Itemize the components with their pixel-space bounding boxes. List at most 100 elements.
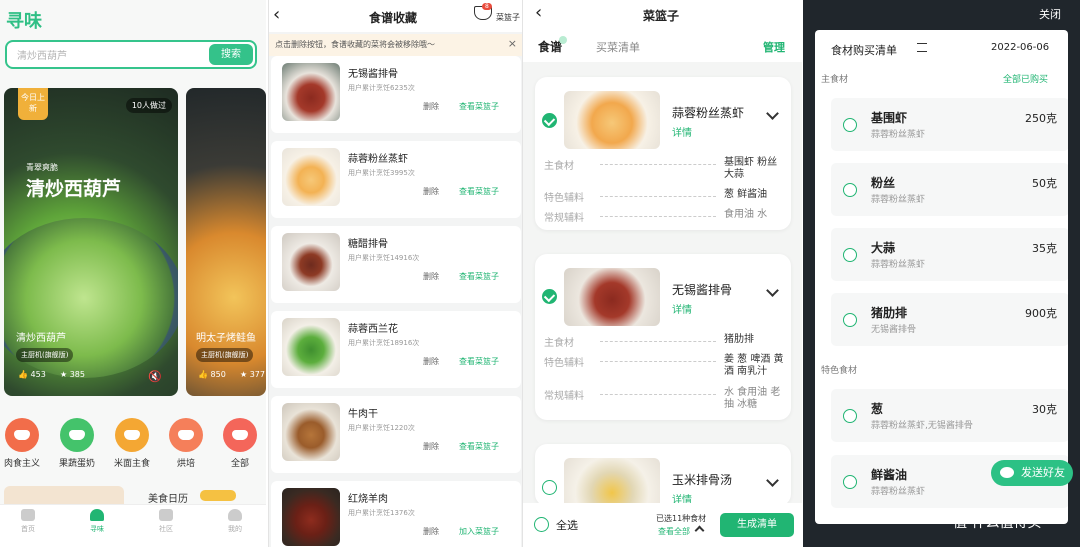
item-checkbox[interactable] (843, 409, 857, 423)
recipe-card-2[interactable]: 明太子烤鲑鱼 主厨机(旗舰版) 👍 850 ★ 377 (186, 88, 266, 396)
search-bar[interactable]: 清炒西葫芦 搜索 (5, 40, 257, 69)
back-icon[interactable]: ‹ (535, 2, 542, 23)
mute-icon[interactable]: 🔇 (148, 370, 162, 383)
delete-button[interactable]: 删除 (423, 101, 439, 112)
recipe-thumbnail (564, 268, 660, 326)
back-icon[interactable]: ‹ (273, 4, 280, 25)
list-item[interactable]: 蒜蓉西兰花 用户累计烹饪18916次 删除 查看菜篮子 (271, 311, 521, 388)
list-item[interactable]: 基围虾 蒜蓉粉丝蒸虾 250克 (831, 98, 1068, 151)
delete-button[interactable]: 删除 (423, 186, 439, 197)
delete-button[interactable]: 删除 (423, 441, 439, 452)
delete-button[interactable]: 删除 (423, 271, 439, 282)
app-logo: 寻味 (6, 11, 42, 32)
delete-button[interactable]: 删除 (423, 526, 439, 537)
tab-home[interactable]: 首页 (8, 509, 48, 534)
category-all[interactable]: 全部 (218, 418, 262, 469)
likes-stat[interactable]: 👍 453 (18, 370, 46, 379)
list-item[interactable]: 牛肉干 用户累计烹饪1220次 删除 查看菜篮子 (271, 396, 521, 473)
likes-count: 453 (30, 370, 46, 379)
recipe-name: 蒜蓉粉丝蒸虾 (348, 154, 408, 165)
selection-footer: 全选 已选11种食材 查看全部 生成清单 (523, 503, 802, 547)
list-item[interactable]: 糖醋排骨 用户累计烹饪14916次 删除 查看菜篮子 (271, 226, 521, 303)
watermark: 值 什么值得买 (953, 515, 1042, 531)
details-link[interactable]: 详情 (672, 301, 692, 316)
tab-explore[interactable]: 寻味 (77, 509, 117, 534)
checkbox-checked[interactable] (542, 289, 557, 304)
card-subtitle: 青翠爽脆 (26, 163, 58, 172)
device-badge: 主厨机(旗舰版) (196, 348, 254, 362)
list-date: 2022-06-06 (991, 42, 1050, 53)
home-icon (21, 509, 35, 521)
tab-shopping-list[interactable]: 买菜清单 (596, 39, 640, 55)
search-button[interactable]: 搜索 (209, 44, 253, 65)
list-item[interactable]: 葱蒜蓉粉丝蒸虾,无锡酱排骨 30克 (831, 389, 1068, 442)
close-button[interactable]: 关闭 (1039, 6, 1061, 22)
recipe-thumbnail (282, 63, 340, 121)
notice-bar: 点击删除按钮，食谱收藏的菜将会被移除哦～ × (269, 34, 522, 56)
category-baking[interactable]: 烘培 (164, 418, 208, 469)
meat-icon (5, 418, 39, 452)
chevron-down-icon[interactable] (766, 107, 779, 120)
star-icon: ★ (60, 370, 68, 379)
item-checkbox[interactable] (843, 248, 857, 262)
favs-count: 385 (69, 370, 85, 379)
recipe-name: 牛肉干 (348, 409, 378, 420)
checkbox-unchecked[interactable] (542, 480, 557, 495)
favs-stat[interactable]: ★ 385 (60, 370, 85, 379)
basket-action-link[interactable]: 查看菜篮子 (459, 186, 499, 197)
bottom-tab-bar: 首页 寻味 社区 我的 (0, 504, 266, 547)
list-item[interactable]: 蒜蓉粉丝蒸虾 用户累计烹饪3995次 删除 查看菜篮子 (271, 141, 521, 218)
category-row: 肉食主义 果蔬蛋奶 米面主食 烘培 全部 (0, 418, 266, 474)
item-checkbox[interactable] (843, 475, 857, 489)
list-item[interactable]: 粉丝 蒜蓉粉丝蒸虾 50克 (831, 163, 1068, 216)
basket-recipe-card[interactable]: 玉米排骨汤 详情 (535, 444, 791, 516)
recipe-name: 无锡酱排骨 (348, 69, 398, 80)
item-checkbox[interactable] (843, 183, 857, 197)
basket-action-link[interactable]: 查看菜篮子 (459, 101, 499, 112)
select-all-checkbox[interactable] (534, 517, 549, 532)
basket-action-link[interactable]: 加入菜篮子 (459, 526, 499, 537)
category-produce[interactable]: 果蔬蛋奶 (55, 418, 99, 469)
home-screen: 寻味 清炒西葫芦 搜索 今日上新 10人做过 青翠爽脆 清炒西葫芦 清炒西葫芦 … (0, 0, 266, 547)
list-title: 食材购买清单 (831, 44, 897, 57)
category-staples[interactable]: 米面主食 (110, 418, 154, 469)
category-meat[interactable]: 肉食主义 (0, 418, 44, 469)
send-to-friend-button[interactable]: 发送好友 (991, 460, 1073, 486)
basket-action-link[interactable]: 查看菜篮子 (459, 271, 499, 282)
details-link[interactable]: 详情 (672, 124, 692, 139)
list-item[interactable]: 大蒜 蒜蓉粉丝蒸虾 35克 (831, 228, 1068, 281)
basket-label[interactable]: 菜篮子 (496, 12, 520, 23)
tab-profile[interactable]: 我的 (215, 509, 255, 534)
select-all-label[interactable]: 全选 (556, 517, 578, 533)
item-checkbox[interactable] (843, 118, 857, 132)
list-item[interactable]: 红烧羊肉 用户累计烹饪1376次 删除 加入菜篮子 (271, 481, 521, 547)
generate-list-button[interactable]: 生成清单 (720, 513, 794, 537)
basket-recipe-card[interactable]: 无锡酱排骨 详情 主食材 猪肋排 特色辅料姜 葱 啤酒 黄酒 南乳汁 常规辅料水 … (535, 254, 791, 420)
chevron-up-icon[interactable] (694, 525, 705, 536)
manage-button[interactable]: 管理 (763, 39, 785, 55)
recipe-thumbnail (282, 233, 340, 291)
recipe-name: 玉米排骨汤 (672, 473, 733, 487)
promo-badge (200, 490, 236, 501)
basket-recipe-card[interactable]: 蒜蓉粉丝蒸虾 详情 主食材 基围虾 粉丝 大蒜 特色辅料葱 鲜酱油 常规辅料 食用油… (535, 77, 791, 230)
all-bought-button[interactable]: 全部已购买 (1003, 72, 1048, 85)
chevron-down-icon[interactable] (766, 474, 779, 487)
basket-action-link[interactable]: 查看菜篮子 (459, 441, 499, 452)
search-input[interactable]: 清炒西葫芦 (17, 47, 67, 62)
device-badge: 主厨机(旗舰版) (16, 348, 74, 362)
food-calendar-banner[interactable]: 美食日历 (4, 486, 262, 505)
view-all-link[interactable]: 查看全部 (658, 526, 690, 537)
likes-stat[interactable]: 👍 850 (198, 370, 226, 379)
list-item[interactable]: 无锡酱排骨 用户累计烹饪6235次 删除 查看菜篮子 (271, 56, 521, 133)
delete-button[interactable]: 删除 (423, 356, 439, 367)
featured-recipe-card[interactable]: 今日上新 10人做过 青翠爽脆 清炒西葫芦 清炒西葫芦 主厨机(旗舰版) 👍 4… (4, 88, 178, 396)
favs-stat[interactable]: ★ 377 (240, 370, 265, 379)
checkbox-checked[interactable] (542, 113, 557, 128)
close-icon[interactable]: × (508, 37, 517, 50)
tab-community[interactable]: 社区 (146, 509, 186, 534)
basket-action-link[interactable]: 查看菜篮子 (459, 356, 499, 367)
new-today-badge: 今日上新 (18, 88, 48, 120)
list-item[interactable]: 猪肋排 无锡酱排骨 900克 (831, 293, 1068, 346)
item-checkbox[interactable] (843, 313, 857, 327)
chevron-down-icon[interactable] (766, 284, 779, 297)
